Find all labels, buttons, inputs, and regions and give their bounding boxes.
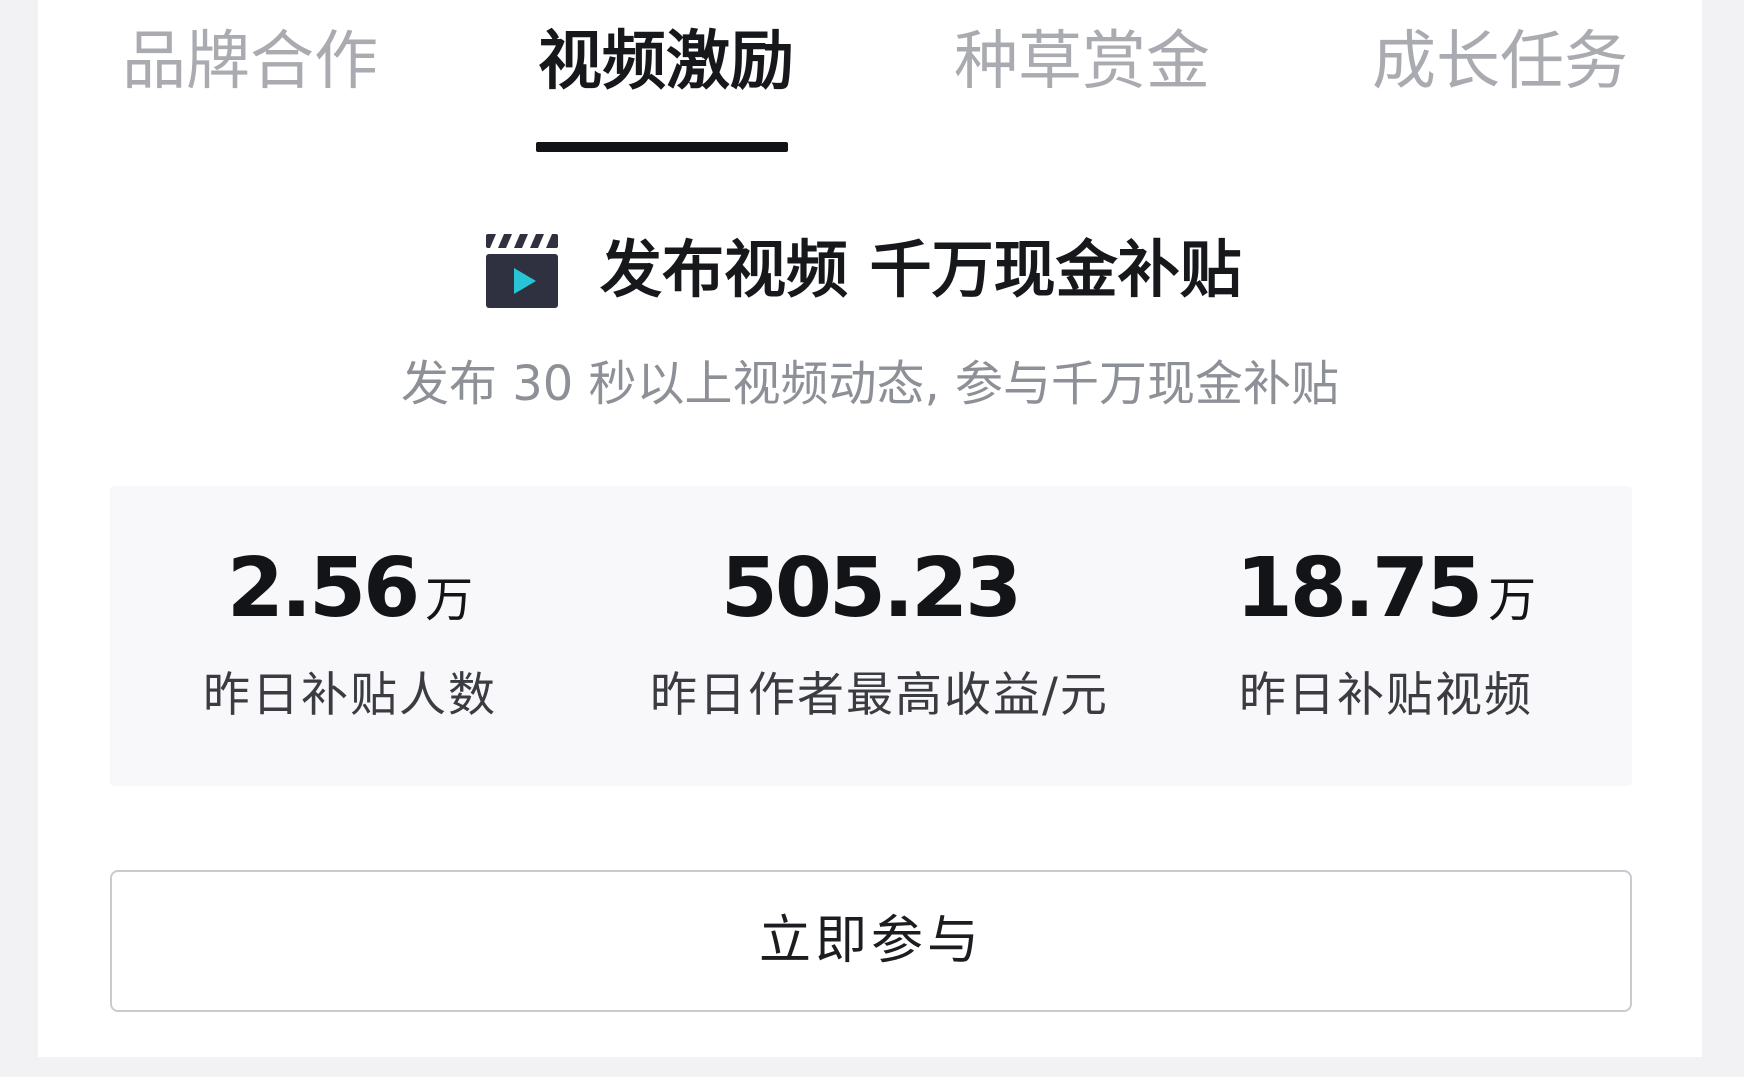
stats-panel: 2.56 万 昨日补贴人数 505.23 昨日作者最高收益/元 18.75 万 昨日… <box>110 486 1632 786</box>
subtitle: 发布 30 秒以上视频动态, 参与千万现金补贴 <box>400 356 1340 412</box>
stat-unit: 万 <box>425 572 474 628</box>
join-now-button[interactable]: 立即参与 <box>110 870 1632 1012</box>
stat-value: 18.75 万 <box>1186 544 1586 634</box>
stat-value: 2.56 万 <box>150 544 550 634</box>
headline-title: 发布视频 千万现金补贴 <box>600 233 1242 306</box>
stat-number: 505.23 <box>720 541 1022 636</box>
tab-bar: 品牌合作 视频激励 种草赏金 成长任务 <box>38 0 1702 160</box>
active-tab-indicator <box>536 142 788 152</box>
stat-number: 18.75 <box>1235 541 1483 636</box>
stat-subsidized-videos: 18.75 万 昨日补贴视频 <box>1186 486 1586 786</box>
stat-value: 505.23 <box>650 544 1090 634</box>
stat-unit: 万 <box>1488 572 1537 628</box>
stat-label: 昨日作者最高收益/元 <box>650 668 1109 723</box>
clapperboard-icon <box>486 234 558 308</box>
tab-video-incentive[interactable]: 视频激励 <box>538 22 794 102</box>
stat-subsidized-users: 2.56 万 昨日补贴人数 <box>150 486 550 786</box>
stat-label: 昨日补贴视频 <box>1239 668 1533 723</box>
tab-seeding-bounty[interactable]: 种草赏金 <box>954 22 1210 102</box>
stat-top-author-earnings: 505.23 昨日作者最高收益/元 <box>650 486 1109 786</box>
tab-brand-cooperation[interactable]: 品牌合作 <box>122 22 378 102</box>
headline: 发布视频 千万现金补贴 <box>38 228 1702 328</box>
stat-number: 2.56 <box>226 541 420 636</box>
incentive-card: 品牌合作 视频激励 种草赏金 成长任务 发布视频 千万现金补贴 发布 30 秒以… <box>38 0 1702 1057</box>
stat-label: 昨日补贴人数 <box>203 668 497 723</box>
tab-growth-tasks[interactable]: 成长任务 <box>1372 22 1628 102</box>
